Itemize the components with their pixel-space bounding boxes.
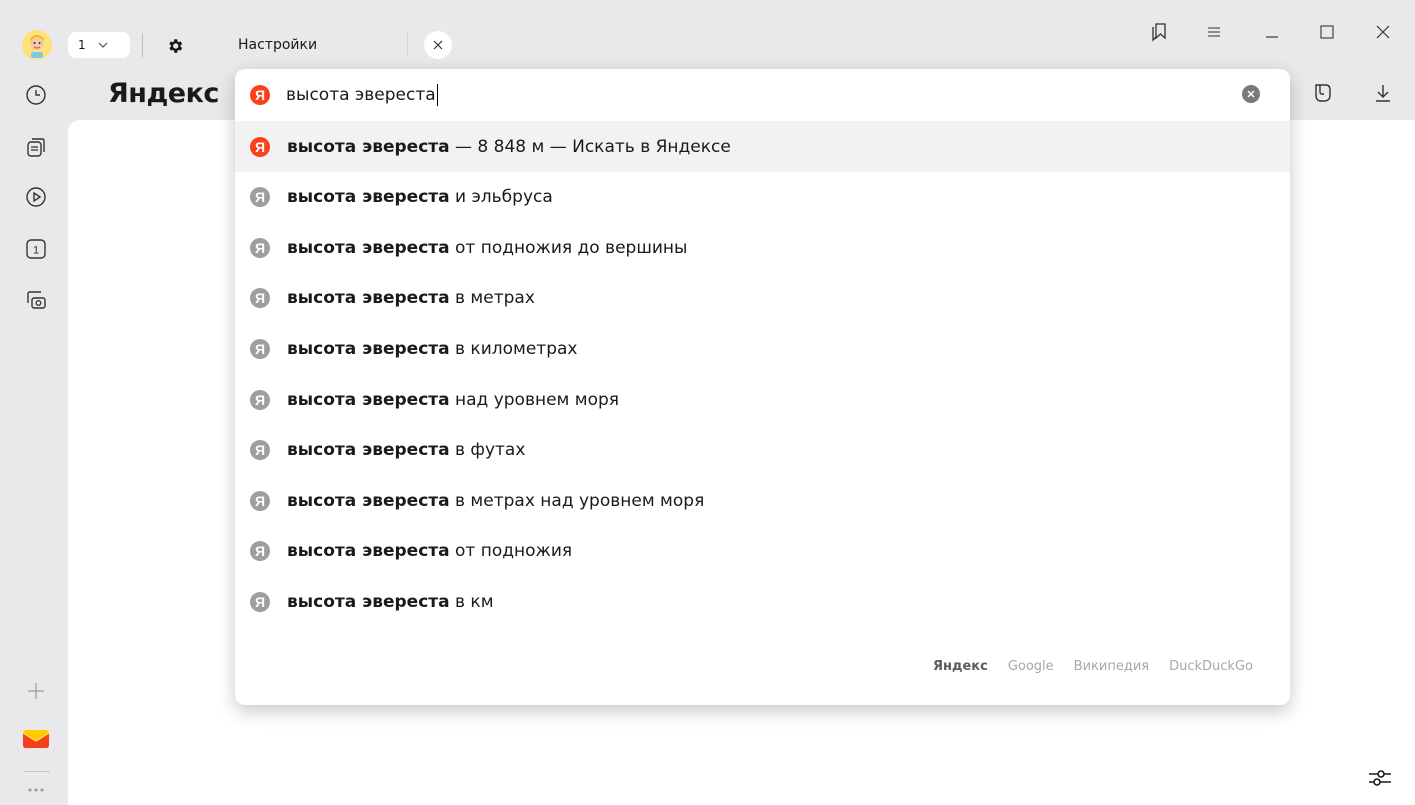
suggestion-text: высота эвереста — 8 848 м — Искать в Янд…	[287, 137, 731, 157]
screenshot-icon[interactable]	[22, 286, 50, 314]
tab-count: 1	[78, 38, 86, 52]
suggestion-item[interactable]: Явысота эвереста в футах	[235, 425, 1290, 476]
suggestion-match: высота эвереста	[287, 440, 450, 461]
suggestion-item[interactable]: Явысота эвереста над уровнем моря	[235, 374, 1290, 425]
suggestion-match: высота эвереста	[287, 490, 450, 511]
play-icon[interactable]	[22, 183, 50, 211]
suggestion-item[interactable]: Явысота эвереста от подножия до вершины	[235, 222, 1290, 273]
suggestion-rest: в км	[449, 591, 494, 612]
suggestion-match: высота эвереста	[287, 338, 450, 359]
add-icon[interactable]	[22, 677, 50, 705]
more-icon[interactable]	[22, 776, 50, 804]
profile-avatar[interactable]	[22, 30, 52, 60]
suggestion-text: высота эвереста от подножия до вершины	[287, 238, 687, 258]
search-input-row[interactable]: Я высота эвереста	[235, 69, 1290, 121]
yandex-gray-icon: Я	[250, 288, 270, 309]
customize-icon[interactable]	[1367, 767, 1391, 789]
clear-search-button[interactable]	[1242, 85, 1260, 103]
divider	[24, 771, 50, 772]
yandex-gray-icon: Я	[250, 440, 270, 461]
yandex-gray-icon: Я	[250, 237, 270, 258]
close-icon	[1247, 90, 1255, 98]
suggestion-rest: от подножия	[449, 541, 573, 562]
yandex-gray-icon: Я	[250, 591, 270, 612]
chevron-down-icon	[98, 42, 108, 48]
yandex-gray-icon: Я	[250, 541, 270, 562]
tab-counter-icon[interactable]: 1	[22, 235, 50, 263]
close-icon	[433, 40, 443, 50]
mail-icon[interactable]	[22, 725, 50, 753]
tab-close-button[interactable]	[424, 31, 452, 59]
suggestion-rest: от подножия до вершины	[449, 237, 688, 258]
engine-yandex[interactable]: Яндекс	[933, 659, 988, 674]
bookmarks-icon[interactable]	[1143, 18, 1177, 46]
engine-wikipedia[interactable]: Википедия	[1074, 659, 1149, 674]
suggestion-match: высота эвереста	[287, 237, 450, 258]
suggestion-rest: в километрах	[449, 338, 578, 359]
suggestion-match: высота эвереста	[287, 136, 450, 157]
suggestion-rest: над уровнем моря	[449, 389, 620, 410]
suggestion-rest: — 8 848 м — Искать в Яндексе	[449, 136, 731, 157]
suggestion-match: высота эвереста	[287, 187, 450, 208]
suggestion-match: высота эвереста	[287, 288, 450, 309]
search-input[interactable]: высота эвереста	[286, 84, 438, 106]
suggestion-match: высота эвереста	[287, 591, 450, 612]
yandex-red-icon: Я	[250, 136, 270, 157]
divider	[142, 33, 143, 57]
suggestion-rest: в метрах	[449, 288, 535, 309]
history-icon[interactable]	[22, 81, 50, 109]
suggestion-match: высота эвереста	[287, 541, 450, 562]
settings-gear-icon[interactable]	[166, 37, 184, 55]
suggestion-item[interactable]: Явысота эвереста в метрах над уровнем мо…	[235, 475, 1290, 526]
suggestion-text: высота эвереста в километрах	[287, 339, 577, 359]
suggestion-text: высота эвереста над уровнем моря	[287, 390, 619, 410]
suggestion-rest: в метрах над уровнем моря	[449, 490, 705, 511]
suggestion-text: высота эвереста в футах	[287, 440, 525, 460]
maximize-icon[interactable]	[1310, 18, 1344, 46]
search-engines: Яндекс Google Википедия DuckDuckGo	[933, 659, 1253, 674]
search-query-text: высота эвереста	[286, 85, 436, 105]
text-caret	[436, 84, 438, 106]
suggestion-rest: в футах	[449, 440, 526, 461]
suggestion-item[interactable]: Явысота эвереста в км	[235, 576, 1290, 627]
suggestion-item[interactable]: Явысота эвереста — 8 848 м — Искать в Ян…	[235, 121, 1290, 172]
download-icon[interactable]	[1373, 82, 1393, 104]
suggestion-text: высота эвереста и эльбруса	[287, 187, 553, 207]
protect-icon[interactable]	[1312, 82, 1334, 104]
yandex-gray-icon: Я	[250, 490, 270, 511]
yandex-brand: Яндекс	[108, 78, 219, 109]
suggestion-item[interactable]: Явысота эвереста от подножия	[235, 526, 1290, 577]
tab-settings[interactable]: Настройки	[238, 37, 317, 53]
yandex-gray-icon: Я	[250, 389, 270, 410]
svg-text:1: 1	[33, 245, 39, 257]
suggestion-item[interactable]: Явысота эвереста и эльбруса	[235, 172, 1290, 223]
suggestion-text: высота эвереста в км	[287, 592, 494, 612]
suggestion-text: высота эвереста в метрах	[287, 288, 535, 308]
engine-duckduckgo[interactable]: DuckDuckGo	[1169, 659, 1253, 674]
yandex-gray-icon: Я	[250, 338, 270, 359]
suggestion-text: высота эвереста в метрах над уровнем мор…	[287, 491, 704, 511]
suggestion-match: высота эвереста	[287, 389, 450, 410]
suggestion-text: высота эвереста от подножия	[287, 541, 572, 561]
yandex-red-icon: Я	[250, 85, 270, 105]
suggestion-rest: и эльбруса	[449, 187, 553, 208]
tab-groups-button[interactable]: 1	[68, 32, 130, 58]
suggestion-item[interactable]: Явысота эвереста в метрах	[235, 273, 1290, 324]
search-suggest-dropdown: Я высота эвереста Явысота эвереста — 8 8…	[235, 69, 1290, 705]
menu-icon[interactable]	[1197, 18, 1231, 46]
engine-google[interactable]: Google	[1008, 659, 1054, 674]
divider	[407, 33, 408, 57]
yandex-gray-icon: Я	[250, 187, 270, 208]
suggestion-item[interactable]: Явысота эвереста в километрах	[235, 323, 1290, 374]
minimize-icon[interactable]	[1255, 18, 1289, 46]
collections-icon[interactable]	[22, 133, 50, 161]
close-window-icon[interactable]	[1366, 18, 1400, 46]
